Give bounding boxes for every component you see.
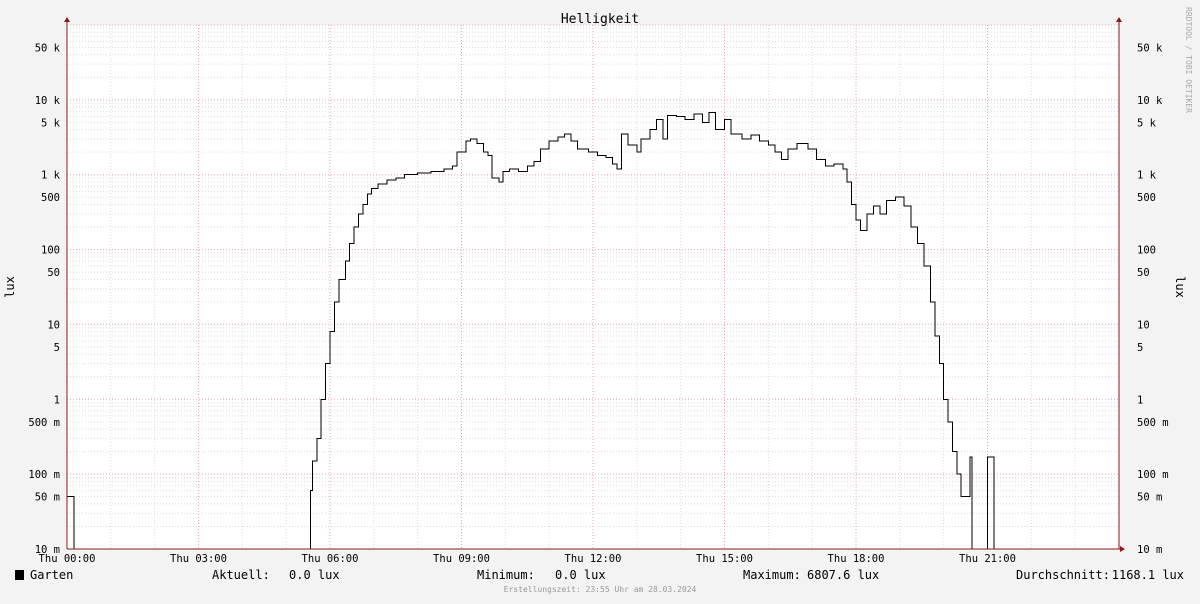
stat-minimum-label: Minimum: <box>477 568 535 582</box>
y-tick-label-right: 500 <box>1137 192 1156 204</box>
y-tick-label-right: 1 <box>1137 394 1143 406</box>
chart-window: Helligkeit RRDTOOL / TOBI OETIKER lux lu… <box>0 0 1200 600</box>
y-tick-label-right: 10 m <box>1137 544 1162 556</box>
x-tick-label: Thu 03:00 <box>170 553 227 565</box>
chart-title: Helligkeit <box>561 12 639 27</box>
y-tick-label-right: 5 <box>1137 342 1143 354</box>
y-tick-label: 1 <box>54 394 60 406</box>
y-tick-label-right: 100 <box>1137 245 1156 257</box>
stat-minimum-value: 0.0 lux <box>555 568 606 582</box>
x-tick-label: Thu 15:00 <box>696 553 753 565</box>
y-tick-label-right: 5 k <box>1137 117 1157 129</box>
stat-maximum-value: 6807.6 lux <box>807 568 879 582</box>
y-tick-label: 10 k <box>35 95 61 107</box>
brightness-chart: Helligkeit RRDTOOL / TOBI OETIKER lux lu… <box>0 0 1200 600</box>
rrdtool-credit: RRDTOOL / TOBI OETIKER <box>1184 7 1193 113</box>
x-tick-label: Thu 12:00 <box>565 553 622 565</box>
stat-current-label: Aktuell: <box>212 568 270 582</box>
y-tick-label-right: 10 <box>1137 319 1150 331</box>
x-tick-label: Thu 18:00 <box>828 553 885 565</box>
y-tick-label-right: 50 k <box>1137 43 1163 55</box>
x-tick-label: Thu 06:00 <box>302 553 359 565</box>
legend-swatch <box>15 570 24 580</box>
x-tick-label: Thu 09:00 <box>433 553 490 565</box>
y-axis-label-left: lux <box>3 276 17 298</box>
y-tick-label: 5 <box>54 342 60 354</box>
y-tick-label: 5 k <box>41 117 61 129</box>
y-tick-label: 100 <box>41 245 60 257</box>
y-tick-label: 50 <box>47 267 60 279</box>
y-tick-label-right: 50 <box>1137 267 1150 279</box>
y-tick-label: 50 k <box>35 43 61 55</box>
y-tick-label: 50 m <box>35 492 60 504</box>
footer-timestamp: Erstellungszeit: 23:55 Uhr am 28.03.2024 <box>504 585 697 594</box>
y-tick-label-right: 1 k <box>1137 170 1157 182</box>
y-tick-label: 1 k <box>41 170 61 182</box>
y-tick-label: 500 m <box>28 417 60 429</box>
x-tick-label: Thu 00:00 <box>39 553 96 565</box>
y-tick-label-right: 10 k <box>1137 95 1163 107</box>
y-tick-label: 500 <box>41 192 60 204</box>
stat-maximum-label: Maximum: <box>743 568 801 582</box>
stat-current-value: 0.0 lux <box>289 568 340 582</box>
y-tick-label: 10 <box>47 319 60 331</box>
y-axis-label-right: lux <box>1173 276 1187 298</box>
stat-average-value: 1168.1 lux <box>1112 568 1184 582</box>
x-tick-label: Thu 21:00 <box>959 553 1016 565</box>
stat-average-label: Durchschnitt: <box>1016 568 1110 582</box>
legend-series-name: Garten <box>30 568 73 582</box>
y-tick-label-right: 100 m <box>1137 469 1169 481</box>
y-tick-label: 100 m <box>28 469 60 481</box>
y-tick-label-right: 50 m <box>1137 492 1162 504</box>
y-tick-label-right: 500 m <box>1137 417 1169 429</box>
